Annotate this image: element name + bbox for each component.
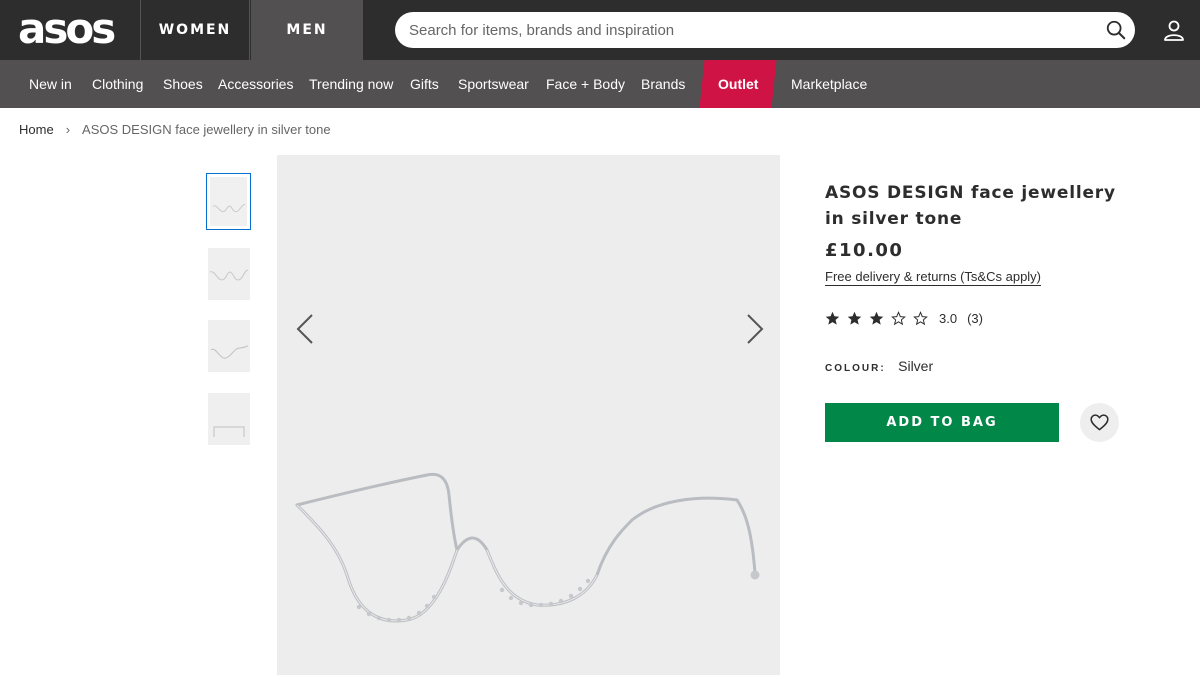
nav-new-in[interactable]: New in bbox=[29, 60, 72, 108]
account-icon[interactable] bbox=[1162, 18, 1186, 42]
nav-accessories[interactable]: Accessories bbox=[218, 60, 293, 108]
rating-count: (3) bbox=[967, 310, 983, 326]
product-main-image bbox=[277, 155, 780, 675]
star-icon bbox=[869, 311, 884, 325]
asos-logo[interactable]: asos bbox=[18, 6, 128, 52]
breadcrumb-separator: › bbox=[65, 122, 71, 137]
tab-men[interactable]: MEN bbox=[251, 0, 363, 60]
thumbnail-4[interactable] bbox=[208, 393, 250, 445]
star-icon bbox=[847, 311, 862, 325]
heart-icon bbox=[1090, 414, 1109, 431]
thumbnail-1[interactable] bbox=[206, 173, 251, 230]
star-icon bbox=[825, 311, 840, 325]
star-outline-icon bbox=[891, 310, 906, 325]
thumbnail-2[interactable] bbox=[208, 248, 250, 300]
colour-value: Silver bbox=[898, 358, 934, 374]
save-for-later-button[interactable] bbox=[1080, 403, 1119, 442]
nav-face-body[interactable]: Face + Body bbox=[546, 60, 625, 108]
product-thumbnail-glasses bbox=[210, 345, 249, 359]
nav-gifts[interactable]: Gifts bbox=[410, 60, 439, 108]
product-glasses-illustration bbox=[295, 472, 760, 623]
colour-selector: COLOUR: Silver bbox=[825, 358, 933, 376]
add-to-bag-button[interactable]: ADD TO BAG bbox=[825, 403, 1059, 442]
search-icon[interactable] bbox=[1105, 19, 1127, 41]
nav-trending-now[interactable]: Trending now bbox=[309, 60, 393, 108]
thumbnail-3[interactable] bbox=[208, 320, 250, 372]
colour-label: COLOUR: bbox=[825, 363, 886, 374]
top-header: asos WOMEN MEN bbox=[0, 0, 1200, 60]
free-delivery-link[interactable]: Free delivery & returns (Ts&Cs apply) bbox=[825, 269, 1042, 286]
tab-women[interactable]: WOMEN bbox=[140, 0, 250, 60]
nav-outlet[interactable]: Outlet bbox=[699, 60, 777, 108]
product-price: £10.00 bbox=[825, 240, 904, 261]
chevron-right-icon[interactable] bbox=[743, 312, 767, 346]
product-title: ASOS DESIGN face jewellery in silver ton… bbox=[825, 183, 1116, 229]
product-thumbnail-glasses bbox=[213, 426, 245, 437]
nav-outlet-label: Outlet bbox=[717, 76, 759, 92]
breadcrumb-current: ASOS DESIGN face jewellery in silver ton… bbox=[82, 122, 331, 137]
nav-clothing[interactable]: Clothing bbox=[92, 60, 143, 108]
breadcrumb: Home › ASOS DESIGN face jewellery in silve… bbox=[19, 122, 331, 137]
search-bar bbox=[395, 12, 1135, 48]
search-input[interactable] bbox=[409, 12, 1089, 48]
nav-brands[interactable]: Brands bbox=[641, 60, 685, 108]
product-thumbnail-glasses bbox=[209, 269, 249, 281]
chevron-left-icon[interactable] bbox=[293, 312, 317, 346]
rating-value: 3.0 bbox=[939, 310, 958, 326]
nav-shoes[interactable]: Shoes bbox=[163, 60, 203, 108]
breadcrumb-home[interactable]: Home bbox=[19, 122, 54, 137]
category-nav: New in Clothing Shoes Accessories Trendi… bbox=[0, 60, 1200, 108]
thumbnail-image bbox=[210, 177, 247, 226]
star-outline-icon bbox=[913, 310, 928, 325]
product-thumbnail-glasses bbox=[212, 203, 246, 213]
nav-marketplace[interactable]: Marketplace bbox=[791, 60, 867, 108]
product-rating[interactable]: 3.0 (3) bbox=[825, 308, 983, 328]
nav-sportswear[interactable]: Sportswear bbox=[458, 60, 529, 108]
